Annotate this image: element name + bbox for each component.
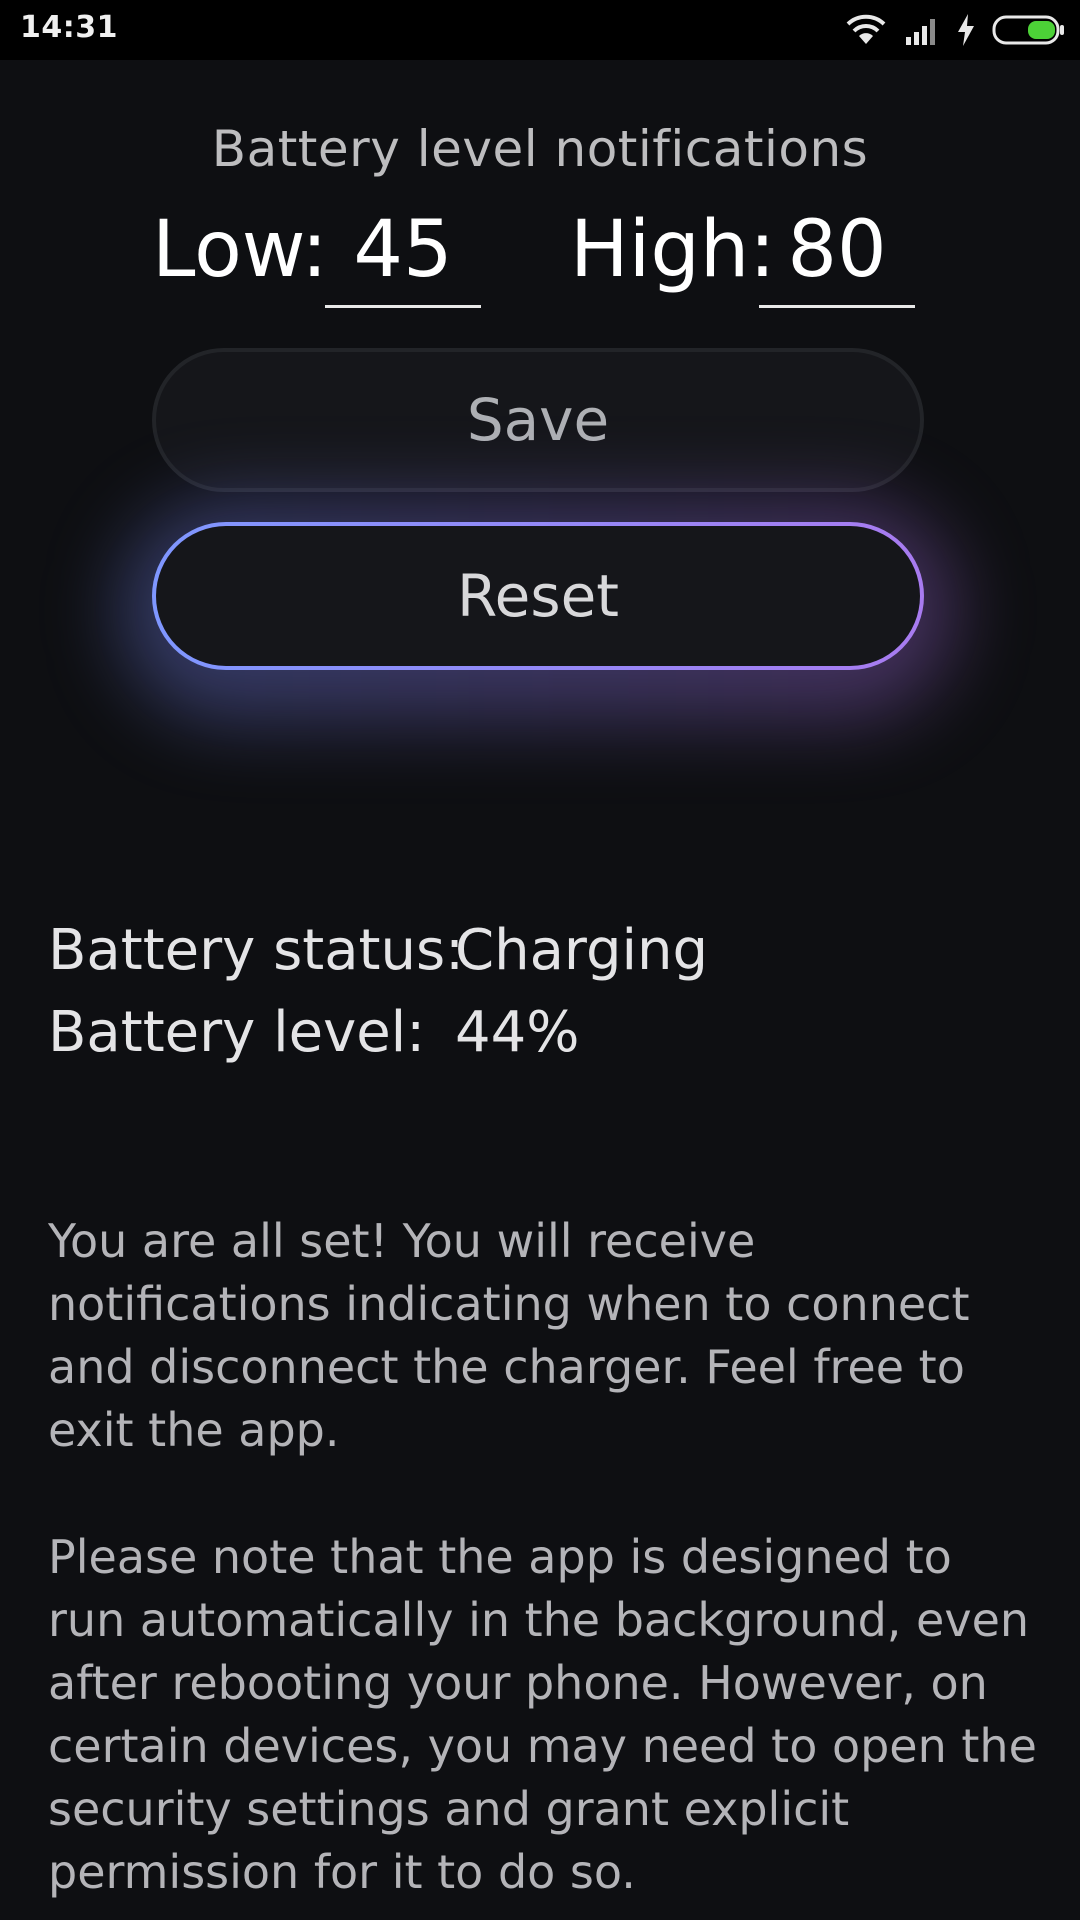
status-bar: 14:31 (0, 0, 1080, 60)
setup-complete-message: You are all set! You will receive notifi… (48, 1214, 970, 1457)
battery-icon (992, 15, 1066, 45)
section-title: Battery level notifications (211, 120, 869, 178)
battery-level-value: 44% (455, 1000, 580, 1065)
reset-button-border[interactable]: Reset (152, 522, 924, 670)
reset-button[interactable]: Reset (156, 526, 920, 666)
status-icons (844, 12, 1066, 48)
battery-status-value: Charging (455, 918, 709, 983)
main-content: Battery level notifications Low: 45 High… (0, 60, 1080, 1920)
signal-icon (904, 15, 940, 45)
low-threshold-input[interactable]: 45 (325, 205, 481, 308)
low-label: Low: (152, 205, 328, 295)
high-threshold-input[interactable]: 80 (759, 205, 915, 308)
save-button[interactable]: Save (152, 348, 924, 492)
charging-bolt-icon (956, 14, 976, 46)
background-note-message: Please note that the app is designed to … (48, 1530, 1037, 1899)
high-label: High: (570, 205, 776, 295)
wifi-icon (844, 14, 888, 46)
battery-level-label: Battery level: (48, 1000, 426, 1065)
battery-status-label: Battery status: (48, 918, 465, 983)
status-time: 14:31 (20, 10, 118, 45)
